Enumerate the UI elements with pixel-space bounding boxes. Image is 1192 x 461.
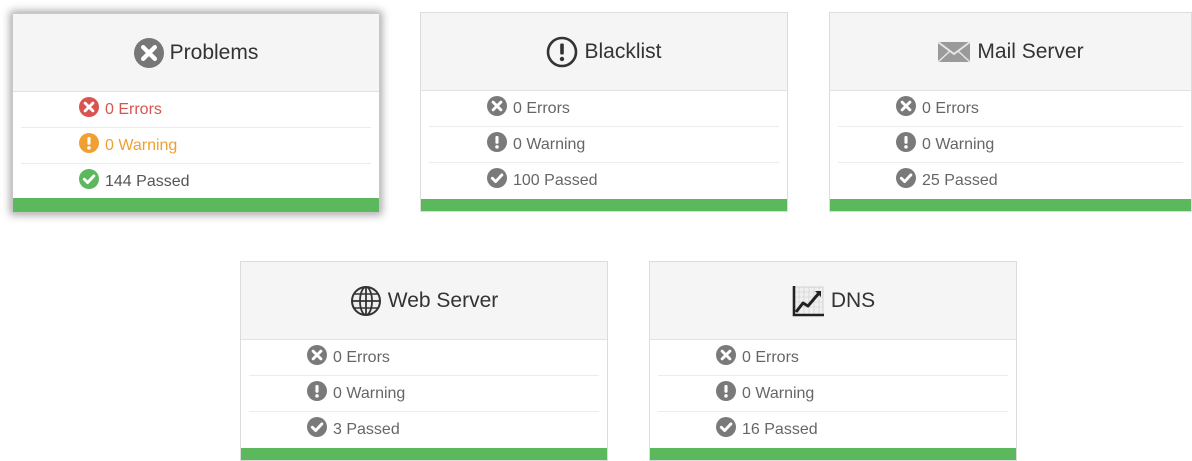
globe-icon (350, 285, 382, 317)
card-blacklist[interactable]: Blacklist 0 Errors 0 Warning 100 Passed (420, 12, 788, 212)
warning-icon (307, 381, 333, 406)
warnings-label: 0 Warning (922, 135, 995, 153)
card-dns[interactable]: DNS 0 Errors 0 Warning 16 Passed (649, 261, 1017, 461)
warnings-label: 0 Warning (513, 135, 586, 153)
warnings-label: 0 Warning (333, 384, 406, 402)
passed-label: 25 Passed (922, 171, 998, 189)
error-icon (894, 94, 922, 121)
status-bar (13, 198, 379, 212)
card-title: Blacklist (584, 39, 662, 63)
warning-icon (716, 381, 742, 406)
passed-row[interactable]: 100 Passed (429, 163, 779, 198)
errors-row[interactable]: 0 Errors (429, 91, 779, 127)
warning-icon (487, 132, 513, 157)
warning-icon (79, 133, 105, 158)
check-icon (894, 166, 922, 193)
warnings-label: 0 Warning (105, 136, 178, 154)
card-header: Mail Server (830, 13, 1191, 91)
error-icon (77, 95, 105, 122)
errors-label: 0 Errors (333, 348, 390, 366)
card-title: Mail Server (977, 39, 1084, 63)
passed-row[interactable]: 25 Passed (838, 163, 1183, 198)
passed-label: 144 Passed (105, 172, 190, 190)
chart-icon (791, 284, 825, 318)
errors-row[interactable]: 0 Errors (658, 340, 1008, 376)
warnings-label: 0 Warning (742, 384, 815, 402)
errors-row[interactable]: 0 Errors (838, 91, 1183, 127)
warnings-row[interactable]: 0 Warning (249, 376, 599, 412)
card-header: Problems (13, 14, 379, 92)
card-title: DNS (830, 288, 876, 312)
status-bar (830, 199, 1191, 211)
error-icon (305, 343, 333, 370)
errors-row[interactable]: 0 Errors (21, 92, 371, 128)
errors-label: 0 Errors (513, 99, 570, 117)
errors-label: 0 Errors (922, 99, 979, 117)
status-bar (650, 448, 1016, 460)
check-icon (714, 415, 742, 442)
warnings-row[interactable]: 0 Warning (838, 127, 1183, 163)
check-icon (485, 166, 513, 193)
close-circle-icon (134, 38, 164, 68)
passed-row[interactable]: 16 Passed (658, 412, 1008, 447)
card-header: Blacklist (421, 13, 787, 91)
error-icon (485, 94, 513, 121)
warning-icon (896, 132, 922, 157)
passed-label: 3 Passed (333, 420, 400, 438)
warnings-row[interactable]: 0 Warning (658, 376, 1008, 412)
error-icon (714, 343, 742, 370)
card-header: DNS (650, 262, 1016, 340)
card-web-server[interactable]: Web Server 0 Errors 0 Warning 3 Passed (240, 261, 608, 461)
passed-label: 100 Passed (513, 171, 598, 189)
card-header: Web Server (241, 262, 607, 340)
card-title: Web Server (387, 288, 499, 312)
check-icon (77, 167, 105, 194)
passed-row[interactable]: 3 Passed (249, 412, 599, 447)
passed-label: 16 Passed (742, 420, 818, 438)
errors-label: 0 Errors (105, 100, 162, 118)
passed-row[interactable]: 144 Passed (21, 164, 371, 199)
warnings-row[interactable]: 0 Warning (21, 128, 371, 164)
errors-row[interactable]: 0 Errors (249, 340, 599, 376)
card-mail-server[interactable]: Mail Server 0 Errors 0 Warning 25 Passed (829, 12, 1192, 212)
warnings-row[interactable]: 0 Warning (429, 127, 779, 163)
card-problems[interactable]: Problems 0 Errors 0 Warning 144 Passed (12, 13, 380, 213)
envelope-icon (937, 40, 971, 64)
card-title: Problems (169, 40, 259, 64)
errors-label: 0 Errors (742, 348, 799, 366)
check-icon (305, 415, 333, 442)
status-bar (241, 448, 607, 460)
exclamation-circle-icon (546, 36, 578, 68)
status-bar (421, 199, 787, 211)
